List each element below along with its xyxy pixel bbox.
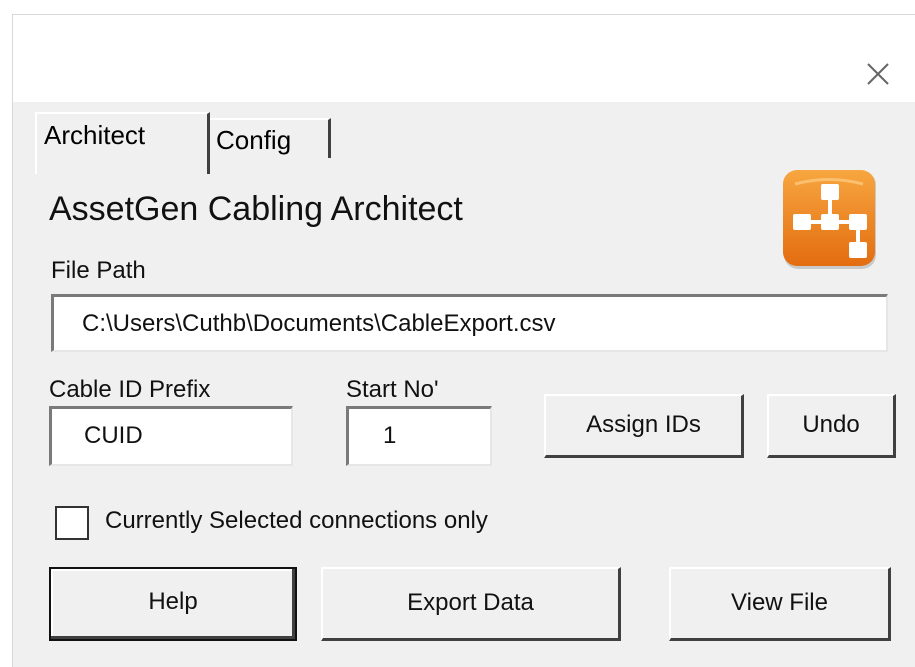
start-no-field[interactable]: 1 <box>346 406 492 466</box>
page-title: AssetGen Cabling Architect <box>49 190 463 228</box>
start-no-value: 1 <box>383 422 397 449</box>
file-path-field[interactable]: C:\Users\Cuthb\Documents\CableExport.csv <box>51 294 888 352</box>
close-icon[interactable] <box>863 59 893 89</box>
selected-connections-checkbox[interactable] <box>55 506 89 540</box>
org-chart-icon <box>783 170 877 270</box>
cable-id-prefix-field[interactable]: CUID <box>49 406 293 466</box>
start-no-label: Start No' <box>346 376 439 403</box>
selected-connections-label: Currently Selected connections only <box>105 507 488 534</box>
file-path-value: C:\Users\Cuthb\Documents\CableExport.csv <box>82 310 556 337</box>
view-file-button[interactable]: View File <box>669 567 891 641</box>
undo-button[interactable]: Undo <box>767 394 896 458</box>
tab-config[interactable]: Config <box>201 118 331 158</box>
tab-architect-label: Architect <box>44 120 146 150</box>
help-button[interactable]: Help <box>49 567 297 641</box>
tab-config-label: Config <box>216 125 292 155</box>
file-path-label: File Path <box>51 257 146 284</box>
dialog-titlebar <box>12 14 915 103</box>
cable-id-prefix-value: CUID <box>84 422 143 449</box>
cable-id-prefix-label: Cable ID Prefix <box>49 376 211 403</box>
tab-architect[interactable]: Architect <box>35 112 210 174</box>
dialog-body: Architect Config AssetGen Cabling Archit… <box>12 102 915 667</box>
export-data-button[interactable]: Export Data <box>321 567 621 641</box>
assign-ids-button[interactable]: Assign IDs <box>544 394 744 458</box>
